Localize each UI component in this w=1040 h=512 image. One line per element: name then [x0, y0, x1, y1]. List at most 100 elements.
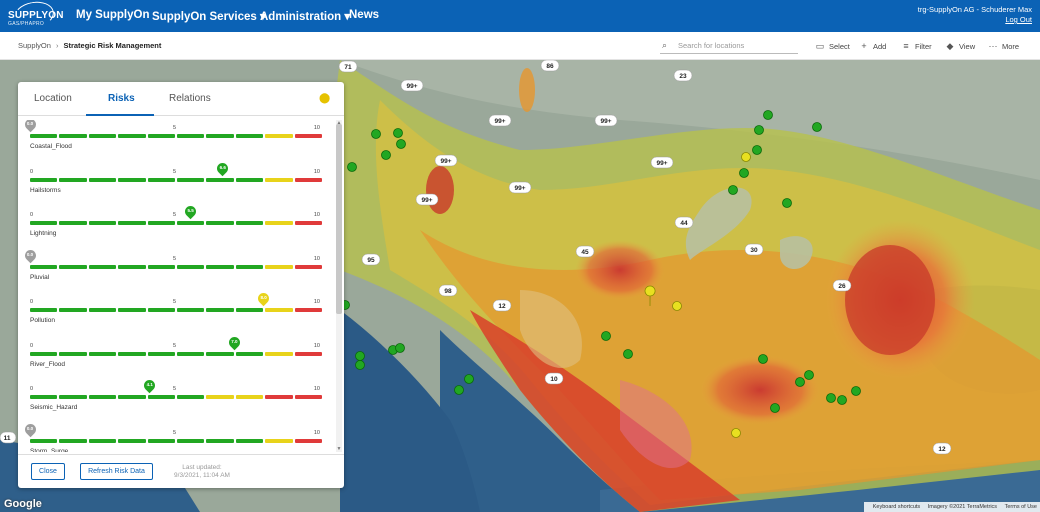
risk-bar-segment	[294, 351, 323, 356]
risk-bar-segment	[294, 134, 323, 138]
risk-bar-segment	[177, 351, 205, 356]
svg-text:10: 10	[550, 376, 558, 383]
risk-name: Hailstorms	[30, 186, 61, 194]
location-detail-panel: Location Risks Relations ⬤ 0 5 10 0.0 Coasta…	[18, 82, 344, 488]
risk-bar-segment	[206, 308, 234, 312]
svg-text:44: 44	[680, 220, 688, 227]
risk-bar-segment	[265, 134, 293, 138]
risk-value: 8.0	[260, 295, 267, 300]
view-label: View	[959, 42, 976, 51]
risk-row-lightning: 0 5 10 5.5 Lightning	[30, 203, 323, 243]
risk-bar-segment	[177, 438, 205, 443]
risk-bar-segment	[177, 264, 205, 269]
risk-name: River_Flood	[30, 360, 66, 368]
svg-text:12: 12	[498, 303, 506, 310]
risk-bar-segment	[177, 177, 205, 182]
add-button[interactable]: + Add	[858, 41, 886, 51]
risk-list-scrollbar[interactable]: ▲ ▼	[336, 120, 342, 452]
nav-my-supplyon[interactable]: My SupplyOn	[76, 9, 149, 21]
svg-text:71: 71	[344, 64, 352, 71]
risk-bar-segment	[118, 134, 146, 138]
risk-bar-segment	[30, 438, 58, 443]
risk-bar-segment	[265, 438, 293, 443]
select-button[interactable]: ▭ Select	[814, 41, 850, 52]
top-navigation-bar: SUPPLYON GAS/PHAPRO My SupplyOn SupplyOn…	[0, 0, 1040, 32]
scale-tick-label: 0	[30, 212, 34, 218]
supplyon-logo[interactable]: SUPPLYON GAS/PHAPRO	[8, 0, 64, 32]
svg-text:23: 23	[679, 73, 687, 80]
nav-news[interactable]: News	[349, 9, 379, 21]
scale-tick-label: 10	[313, 386, 320, 392]
risk-bar-segment	[265, 308, 293, 312]
risk-bar-segment	[206, 221, 234, 225]
risk-bar-segment	[147, 438, 176, 443]
risk-bar-segment	[88, 438, 117, 443]
risk-bar-segment	[118, 395, 146, 399]
add-label: Add	[873, 42, 887, 51]
risk-bar-segment	[88, 351, 117, 356]
svg-text:95: 95	[367, 257, 375, 264]
breadcrumb-separator-icon: ›	[55, 41, 59, 50]
risk-value-marker: 6.6	[214, 160, 231, 176]
scale-tick-label: 10	[313, 212, 320, 218]
close-button[interactable]: Close	[31, 463, 65, 480]
risk-name: Lightning	[30, 230, 57, 237]
scale-tick-label: 0	[30, 299, 34, 305]
risk-bar-segment	[235, 438, 264, 443]
svg-text:12: 12	[938, 446, 946, 453]
risk-bar-segment	[88, 395, 117, 399]
risk-bar-segment	[294, 438, 323, 443]
more-button[interactable]: ··· More	[987, 41, 1020, 51]
risk-bar-segment	[206, 351, 234, 356]
risk-bar-segment	[206, 264, 234, 269]
risk-level-bar	[30, 351, 323, 356]
svg-text:99+: 99+	[440, 158, 451, 165]
scale-tick-label: 5	[173, 386, 177, 392]
risk-bar-segment	[206, 177, 234, 182]
scrollbar-thumb[interactable]	[336, 124, 342, 314]
tab-relations[interactable]: Relations	[169, 93, 211, 104]
risk-value-marker: 7.0	[226, 334, 243, 350]
scale-tick-label: 10	[313, 125, 320, 131]
risk-bar-segment	[30, 395, 58, 399]
risk-bar-segment	[118, 177, 146, 182]
location-search: ⌕	[660, 38, 798, 54]
scale-tick-label: 5	[173, 125, 177, 131]
terms-of-use-link[interactable]: Terms of Use	[1005, 504, 1037, 510]
refresh-risk-data-button[interactable]: Refresh Risk Data	[80, 463, 153, 480]
scale-tick-label: 10	[313, 429, 320, 436]
svg-text:99+: 99+	[494, 118, 505, 125]
scale-tick-label: 5	[173, 212, 177, 218]
scale-tick-label: 10	[313, 342, 320, 349]
panel-footer: Close Refresh Risk Data Last updated: 9/…	[18, 454, 344, 488]
search-icon: ⌕	[662, 40, 668, 50]
last-updated-label: Last updated:	[182, 464, 222, 471]
nav-supplyon-services[interactable]: SupplyOn Services ▾	[152, 9, 266, 23]
location-pin-icon: ⬤	[319, 93, 331, 104]
risk-bar-segment	[88, 308, 117, 312]
page-title: Strategic Risk Management	[63, 41, 162, 50]
risk-bar-segment	[118, 221, 146, 225]
breadcrumb-root[interactable]: SupplyOn	[18, 41, 51, 50]
search-input[interactable]	[678, 38, 794, 52]
risk-bar-segment	[147, 221, 176, 225]
risk-row-storm-surge: 05100.0Storm_Surge	[22, 421, 323, 452]
risk-level-bar	[30, 264, 323, 269]
risk-bar-segment	[265, 395, 293, 399]
layers-icon: ◆	[946, 41, 954, 51]
tab-location[interactable]: Location	[34, 93, 72, 104]
keyboard-shortcuts-link[interactable]: Keyboard shortcuts	[873, 504, 920, 510]
risk-bar-segment	[30, 351, 58, 356]
logout-link[interactable]: Log Out	[918, 15, 1032, 25]
tab-risks[interactable]: Risks	[108, 93, 135, 104]
risk-bar-segment	[235, 134, 264, 138]
nav-administration[interactable]: Administration ▾	[260, 9, 350, 23]
scroll-down-icon[interactable]: ▼	[336, 446, 342, 452]
risk-bar-segment	[235, 395, 264, 399]
last-updated: Last updated: 9/3/2021, 11:04 AM	[170, 464, 234, 480]
risk-value: 5.5	[187, 208, 194, 213]
filter-button[interactable]: ≡ Filter	[900, 41, 931, 51]
google-logo: Google	[4, 498, 42, 510]
risk-bar-segment	[147, 395, 176, 399]
view-button[interactable]: ◆ View	[944, 41, 976, 52]
